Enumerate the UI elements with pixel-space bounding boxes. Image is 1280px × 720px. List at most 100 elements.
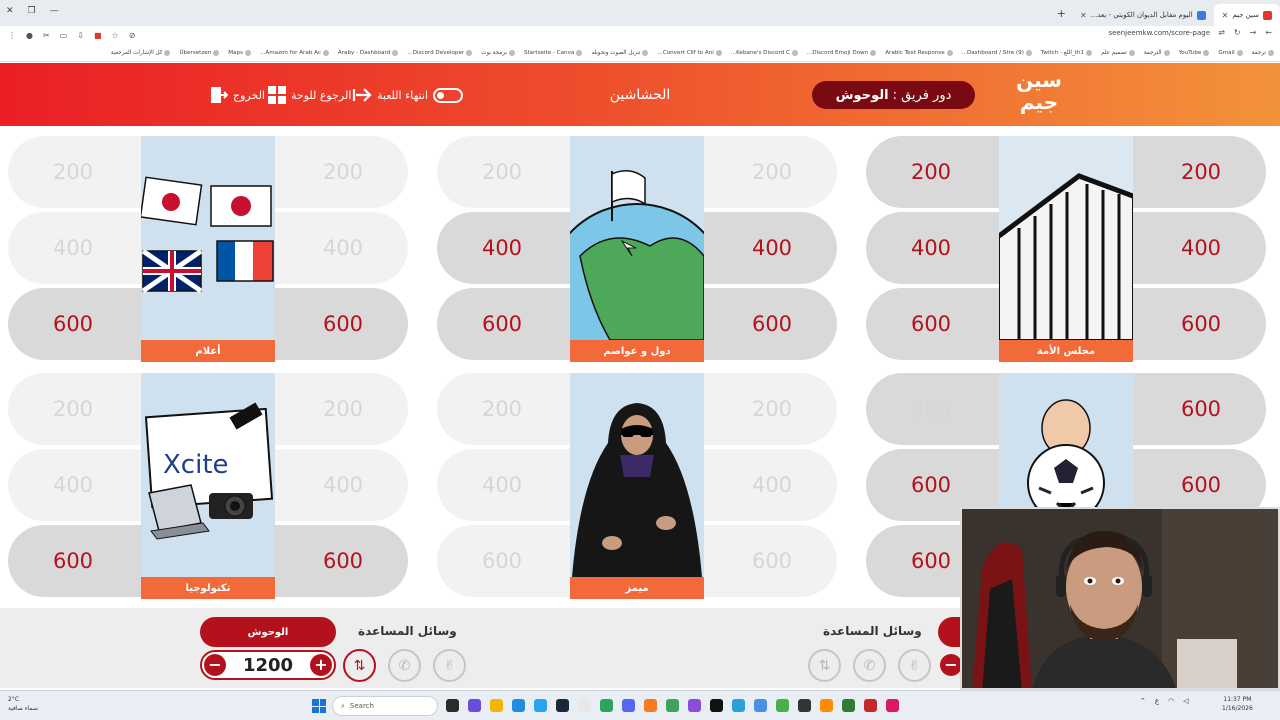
taskbar-app-icon[interactable] (820, 699, 833, 712)
decrease-score-button[interactable]: − (204, 654, 226, 676)
taskbar-app-icon[interactable] (600, 699, 613, 712)
question-value-button[interactable]: 600 (278, 525, 408, 597)
double-points-aid-icon[interactable]: ✌ (898, 649, 931, 682)
question-value-button[interactable]: 200 (1136, 136, 1266, 208)
close-tab-icon[interactable]: ✕ (1222, 11, 1229, 20)
call-friend-aid-icon[interactable]: ✆ (853, 649, 886, 682)
question-value-button[interactable]: 400 (866, 212, 996, 284)
question-value-button[interactable]: 400 (707, 212, 837, 284)
close-tab-icon[interactable]: ✕ (1080, 11, 1087, 20)
browser-tab-active[interactable]: سين جيم ✕ (1213, 4, 1280, 26)
bookmark-item[interactable]: th1_اللغ - Twitch (1041, 49, 1093, 56)
double-points-aid-icon[interactable]: ✌ (433, 649, 466, 682)
youtube-extension-icon[interactable]: ■ (94, 31, 102, 40)
question-value-button[interactable]: 600 (1136, 288, 1266, 360)
taskbar-app-icon[interactable] (864, 699, 877, 712)
volume-icon[interactable]: ◁ (1183, 697, 1188, 705)
taskbar-app-icon[interactable] (644, 699, 657, 712)
taskbar-app-icon[interactable] (556, 699, 569, 712)
question-value-button[interactable]: 600 (8, 525, 138, 597)
taskbar-app-icon[interactable] (842, 699, 855, 712)
bookmark-item[interactable]: Discord Developer... (407, 49, 473, 56)
taskbar-app-icon[interactable] (666, 699, 679, 712)
question-value-button[interactable]: 600 (437, 288, 567, 360)
bookmark-item[interactable]: كل الإشارات المرجعية (111, 49, 171, 56)
bookmark-item[interactable]: تصميم علم (1101, 49, 1135, 56)
bookmark-item[interactable]: برمجة بوت (481, 49, 515, 56)
address-bar[interactable]: seenjeemkw.com/score-page (1108, 29, 1210, 37)
menu-icon[interactable]: ⋮ (8, 31, 16, 40)
taskbar-app-icon[interactable] (732, 699, 745, 712)
back-icon[interactable]: ← (1265, 28, 1272, 37)
question-value-button[interactable]: 400 (1136, 212, 1266, 284)
profile-icon[interactable]: ● (26, 31, 33, 40)
taskbar-app-icon[interactable] (776, 699, 789, 712)
bookmark-item[interactable]: Discord Emoji Down... (807, 49, 877, 56)
taskbar-app-icon[interactable] (446, 699, 459, 712)
increase-score-button[interactable]: + (309, 654, 332, 676)
end-game-toggle-icon[interactable] (433, 87, 464, 103)
swap-turn-aid-icon[interactable]: ⇅ (808, 649, 841, 682)
bookmark-item[interactable]: تنزيل الصوت وتحويله (591, 49, 649, 56)
bookmark-star-icon[interactable]: ☆ (112, 31, 119, 40)
bookmark-item[interactable]: (9) Dashboard / Stre... (962, 49, 1032, 56)
close-window-icon[interactable]: ✕ (6, 6, 14, 16)
swap-turn-aid-icon[interactable]: ⇅ (343, 649, 376, 682)
taskbar-app-icon[interactable] (688, 699, 701, 712)
exit-button[interactable]: الخروج (210, 83, 265, 107)
clock[interactable]: 11:37 PM 1/16/2026 (1222, 695, 1253, 713)
downloads-icon[interactable]: ⇩ (77, 31, 84, 40)
question-value-button[interactable]: 600 (1136, 373, 1266, 445)
weather-widget[interactable]: 2°C سماء صافية (8, 695, 38, 713)
taskbar-app-icon[interactable] (578, 699, 591, 712)
question-value-button[interactable]: 200 (866, 136, 996, 208)
tray-chevron-icon[interactable]: ⌃ (1140, 697, 1146, 705)
question-value-button[interactable]: 600 (707, 288, 837, 360)
taskbar-search[interactable]: ⌕ Search (332, 696, 438, 716)
windows-start-icon[interactable] (312, 699, 326, 713)
restore-window-icon[interactable]: ❐ (28, 6, 36, 16)
sidebar-icon[interactable]: ▭ (60, 31, 68, 40)
question-value-button[interactable]: 600 (278, 288, 408, 360)
bookmark-item[interactable]: ترجمة (1252, 49, 1274, 56)
taskbar-app-icon[interactable] (512, 699, 525, 712)
hide-icon[interactable]: ⊘ (129, 31, 136, 40)
bookmark-item[interactable]: Startseite - Canva (524, 49, 583, 56)
taskbar-app-icon[interactable] (534, 699, 547, 712)
reload-icon[interactable]: ↻ (1234, 28, 1241, 37)
site-info-icon[interactable]: ⇌ (1218, 28, 1225, 37)
question-value-button[interactable]: 600 (8, 288, 138, 360)
back-to-board-button[interactable]: الرجوع للوحة (268, 83, 351, 107)
minimize-window-icon[interactable]: — (50, 6, 59, 16)
taskbar-app-icon[interactable] (886, 699, 899, 712)
bookmark-favicon-icon (1163, 49, 1170, 56)
question-value-button[interactable]: 400 (437, 212, 567, 284)
bookmark-item[interactable]: Arabic Text Response (885, 49, 953, 56)
taskbar-app-icon[interactable] (798, 699, 811, 712)
new-tab-icon[interactable]: + (1051, 7, 1072, 20)
bookmark-item[interactable]: Gmail (1218, 49, 1243, 56)
bookmark-item[interactable]: Maps (228, 49, 252, 56)
bookmark-item[interactable]: Übersetzen (179, 49, 220, 56)
call-friend-aid-icon[interactable]: ✆ (388, 649, 421, 682)
bookmark-item[interactable]: Kebane's Discord C... (731, 49, 798, 56)
bookmark-item[interactable]: YouTube (1179, 49, 1210, 56)
taskbar-app-icon[interactable] (622, 699, 635, 712)
taskbar-app-icon[interactable] (754, 699, 767, 712)
question-value-button[interactable]: 600 (866, 288, 996, 360)
wifi-icon[interactable]: ◠ (1168, 697, 1174, 705)
question-value-button: 200 (322, 160, 364, 184)
extension-icon[interactable]: ✂ (43, 31, 50, 40)
forward-icon[interactable]: → (1250, 28, 1257, 37)
end-game-button[interactable]: انتهاء اللعبة (352, 83, 464, 107)
bookmark-item[interactable]: Amazon for Arab Ac... (260, 49, 329, 56)
bookmark-item[interactable]: Convert Clif to Ani... (657, 49, 722, 56)
taskbar-app-icon[interactable] (490, 699, 503, 712)
language-icon[interactable]: ع (1155, 697, 1159, 705)
taskbar-app-icon[interactable] (710, 699, 723, 712)
browser-tab[interactable]: اليوم مقابل الديوان الكويتي - بعد... ✕ (1072, 4, 1214, 26)
bookmark-item[interactable]: Araby - Dashboard (338, 49, 399, 56)
taskbar-app-icon[interactable] (468, 699, 481, 712)
bookmark-item[interactable]: الترجمة (1144, 49, 1170, 56)
decrease-score-button[interactable]: − (940, 654, 962, 676)
